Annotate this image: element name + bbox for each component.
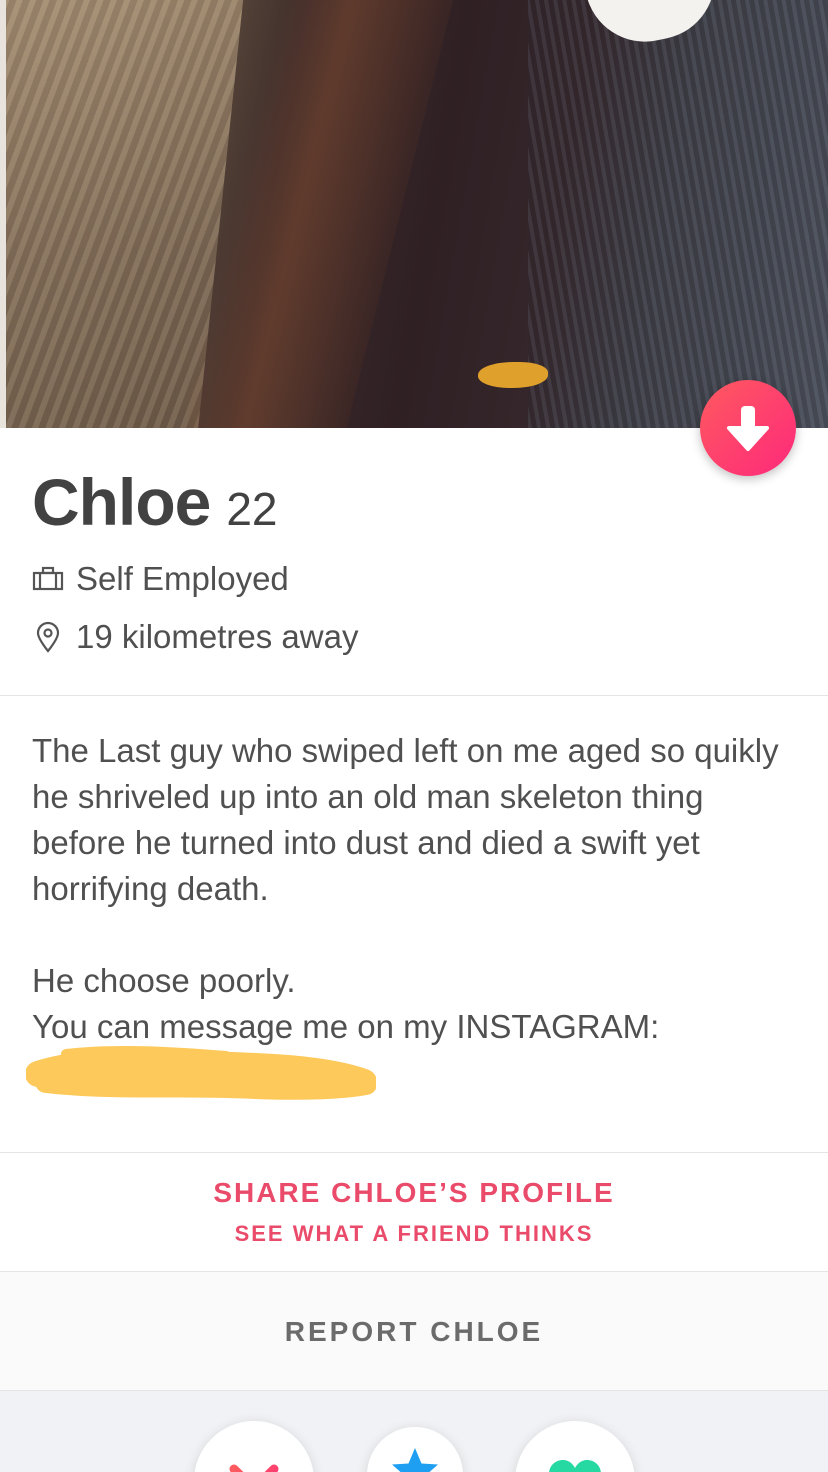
- profile-age: 22: [226, 483, 278, 535]
- photo-sweater: [528, 0, 828, 428]
- share-profile-label: SHARE CHLOE’S PROFILE: [213, 1177, 615, 1208]
- redaction-scribble: [26, 1045, 376, 1100]
- collapse-profile-button[interactable]: [700, 380, 796, 476]
- report-button[interactable]: REPORT CHLOE: [0, 1272, 828, 1390]
- share-profile-button[interactable]: SHARE CHLOE’S PROFILE SEE WHAT A FRIEND …: [0, 1153, 828, 1271]
- profile-header: Chloe 22: [32, 464, 278, 544]
- job-title: Self Employed: [76, 560, 289, 597]
- bio: The Last guy who swiped left on me aged …: [32, 728, 802, 1050]
- photo-edge: [0, 0, 6, 428]
- distance-text: 19 kilometres away: [76, 618, 359, 655]
- nope-button[interactable]: [194, 1421, 314, 1472]
- bio-paragraph: The Last guy who swiped left on me aged …: [32, 732, 779, 907]
- location-pin-icon: [32, 621, 64, 653]
- star-icon: [392, 1448, 438, 1472]
- job-row: Self Employed: [32, 560, 289, 598]
- bio-line: He choose poorly.: [32, 962, 296, 999]
- report-label: REPORT CHLOE: [284, 1316, 544, 1347]
- photo-pendant: [478, 362, 548, 388]
- share-profile-subtitle: SEE WHAT A FRIEND THINKS: [234, 1221, 594, 1246]
- divider: [0, 695, 828, 696]
- distance-row: 19 kilometres away: [32, 618, 358, 656]
- arrow-down-icon: [727, 406, 769, 451]
- briefcase-icon: [32, 563, 64, 595]
- like-button[interactable]: [515, 1421, 635, 1472]
- x-icon: [229, 1464, 279, 1472]
- super-like-button[interactable]: [367, 1427, 463, 1472]
- heart-icon: [549, 1460, 601, 1472]
- profile-name: Chloe: [32, 465, 211, 539]
- profile-photo[interactable]: [0, 0, 828, 428]
- action-bar: [0, 1391, 828, 1472]
